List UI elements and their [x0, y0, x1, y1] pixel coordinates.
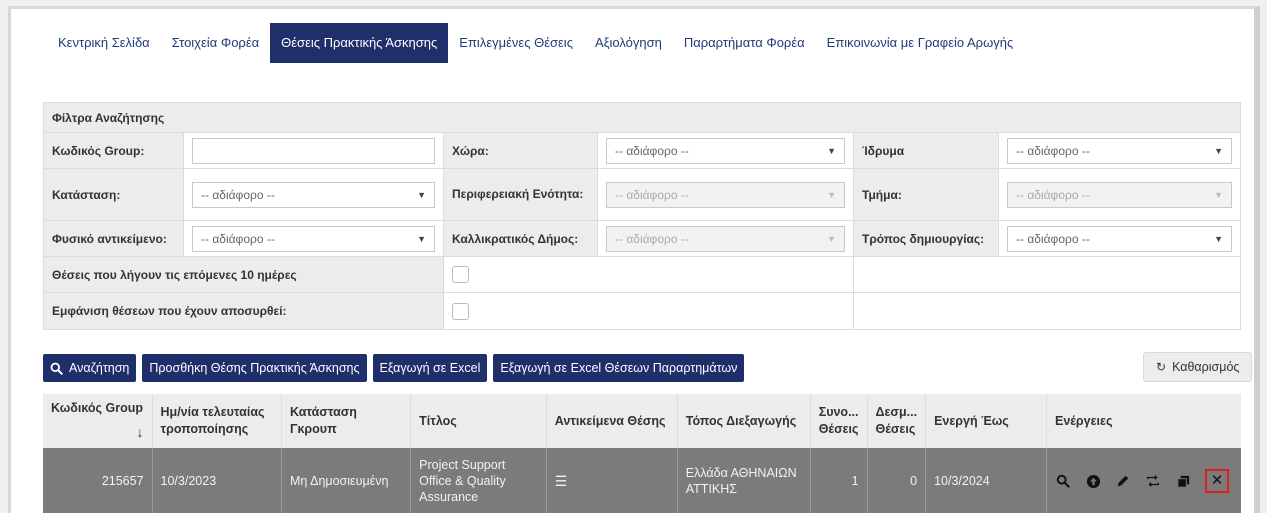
filter-row: Εμφάνιση θέσεων που έχουν αποσυρθεί: — [44, 293, 1240, 329]
main-tabs: Κεντρική Σελίδα Στοιχεία Φορέα Θέσεις Πρ… — [11, 23, 1024, 63]
physical-object-select[interactable]: -- αδιάφορο -- ▼ — [192, 225, 435, 252]
tab-home[interactable]: Κεντρική Σελίδα — [47, 23, 161, 63]
cell-last-modified: 10/3/2023 — [152, 448, 282, 513]
department-label: Τμήμα: — [854, 169, 999, 220]
row-actions: ✕ — [1055, 469, 1233, 493]
tab-organization-details[interactable]: Στοιχεία Φορέα — [161, 23, 270, 63]
toolbar: Αναζήτηση Προσθήκη Θέσης Πρακτικής Άσκησ… — [43, 354, 745, 382]
sort-down-icon[interactable]: ↓ — [137, 423, 144, 442]
search-icon — [50, 362, 63, 375]
app-frame: Κεντρική Σελίδα Στοιχεία Φορέα Θέσεις Πρ… — [8, 6, 1260, 513]
status-label: Κατάσταση: — [44, 169, 184, 220]
chevron-down-icon: ▼ — [1214, 145, 1223, 156]
filter-row: Κωδικός Group: Χώρα: -- αδιάφορο -- ▼ Ίδρ… — [44, 133, 1240, 169]
export-excel-branches-button[interactable]: Εξαγωγή σε Excel Θέσεων Παραρτημάτων — [493, 354, 745, 382]
country-select[interactable]: -- αδιάφορο -- ▼ — [606, 137, 845, 164]
tab-organization-branches[interactable]: Παραρτήματα Φορέα — [673, 23, 816, 63]
withdrawn-positions-label: Εμφάνιση θέσεων που έχουν αποσυρθεί: — [44, 293, 444, 329]
filter-row: Φυσικό αντικείμενο: -- αδιάφορο -- ▼ Καλλ… — [44, 221, 1240, 257]
edit-icon[interactable] — [1115, 473, 1131, 489]
filter-row: Κατάσταση: -- αδιάφορο -- ▼ Περιφερειακή … — [44, 169, 1240, 221]
chevron-down-icon: ▼ — [827, 145, 836, 156]
creation-mode-select[interactable]: -- αδιάφορο -- ▼ — [1007, 225, 1232, 252]
col-title[interactable]: Τίτλος — [410, 394, 547, 448]
expiring-positions-label: Θέσεις που λήγουν τις επόμενες 10 ημέρες — [44, 257, 444, 292]
institution-label: Ίδρυμα — [854, 133, 999, 168]
withdrawn-positions-checkbox[interactable] — [452, 302, 469, 320]
view-icon[interactable] — [1055, 473, 1071, 489]
table-header-row: Κωδικός Group ↓ Ημ/νία τελευταίας τροποπο… — [43, 394, 1241, 448]
cell-objects: ☰ — [546, 448, 678, 513]
regional-unit-label: Περιφερειακή Ενότητα: — [444, 169, 598, 220]
col-group-status[interactable]: Κατάσταση Γκρουπ — [281, 394, 412, 448]
cell-total-positions: 1 — [810, 448, 868, 513]
col-total-positions[interactable]: Συνο... Θέσεις — [810, 394, 868, 448]
chevron-down-icon: ▼ — [1214, 189, 1223, 200]
delete-icon[interactable]: ✕ — [1205, 469, 1229, 493]
cell-group-status: Μη Δημοσιευμένη — [281, 448, 412, 513]
add-position-button[interactable]: Προσθήκη Θέσης Πρακτικής Άσκησης — [142, 354, 367, 382]
regional-unit-select[interactable]: -- αδιάφορο -- ▼ — [606, 181, 845, 208]
institution-select[interactable]: -- αδιάφορο -- ▼ — [1007, 137, 1232, 164]
status-select[interactable]: -- αδιάφορο -- ▼ — [192, 181, 435, 208]
kallikratis-municipality-select[interactable]: -- αδιάφορο -- ▼ — [606, 225, 845, 252]
filter-row: Θέσεις που λήγουν τις επόμενες 10 ημέρες — [44, 257, 1240, 293]
col-active-until[interactable]: Ενεργή Έως — [925, 394, 1047, 448]
transfer-icon[interactable] — [1145, 473, 1161, 489]
clear-button[interactable]: ↻ Καθαρισμός — [1143, 352, 1253, 382]
chevron-down-icon: ▼ — [417, 189, 426, 200]
chevron-down-icon: ▼ — [1214, 233, 1223, 244]
col-group-code[interactable]: Κωδικός Group ↓ — [43, 394, 153, 448]
refresh-icon: ↻ — [1156, 360, 1167, 374]
chevron-down-icon: ▼ — [827, 233, 836, 244]
search-filters-panel: Φίλτρα Αναζήτησης Κωδικός Group: Χώρα: -… — [43, 102, 1241, 330]
expiring-positions-checkbox[interactable] — [452, 266, 469, 283]
search-button[interactable]: Αναζήτηση — [43, 354, 137, 382]
cell-active-until: 10/3/2024 — [925, 448, 1047, 513]
chevron-down-icon: ▼ — [827, 189, 836, 200]
list-icon[interactable]: ☰ — [555, 473, 568, 489]
export-excel-button[interactable]: Εξαγωγή σε Excel — [372, 354, 488, 382]
tab-helpdesk-contact[interactable]: Επικοινωνία με Γραφείο Αρωγής — [816, 23, 1025, 63]
col-last-modified[interactable]: Ημ/νία τελευταίας τροποποίησης — [152, 394, 282, 448]
cell-group-code: 215657 — [43, 448, 153, 513]
col-actions: Ενέργειες — [1046, 394, 1241, 448]
group-code-input[interactable] — [192, 137, 435, 164]
cell-committed-positions: 0 — [867, 448, 927, 513]
results-table: Κωδικός Group ↓ Ημ/νία τελευταίας τροποπο… — [43, 394, 1241, 513]
cell-actions: ✕ — [1046, 448, 1241, 513]
kallikratis-municipality-label: Καλλικρατικός Δήμος: — [444, 221, 598, 256]
creation-mode-label: Τρόπος δημιουργίας: — [854, 221, 999, 256]
col-committed-positions[interactable]: Δεσμ... Θέσεις — [867, 394, 927, 448]
cell-title: Project Support Office & Quality Assuran… — [410, 448, 547, 513]
tab-internship-positions[interactable]: Θέσεις Πρακτικής Άσκησης — [270, 23, 449, 63]
department-select[interactable]: -- αδιάφορο -- ▼ — [1007, 181, 1232, 208]
physical-object-label: Φυσικό αντικείμενο: — [44, 221, 184, 256]
chevron-down-icon: ▼ — [417, 233, 426, 244]
country-label: Χώρα: — [444, 133, 598, 168]
filters-title: Φίλτρα Αναζήτησης — [44, 103, 1240, 133]
col-objects[interactable]: Αντικείμενα Θέσης — [546, 394, 678, 448]
col-location[interactable]: Τόπος Διεξαγωγής — [677, 394, 811, 448]
publish-icon[interactable] — [1085, 473, 1101, 489]
table-row[interactable]: 215657 10/3/2023 Μη Δημοσιευμένη Project… — [43, 448, 1241, 513]
group-code-label: Κωδικός Group: — [44, 133, 184, 168]
copy-icon[interactable] — [1175, 473, 1191, 489]
tab-selected-positions[interactable]: Επιλεγμένες Θέσεις — [448, 23, 584, 63]
tab-evaluation[interactable]: Αξιολόγηση — [584, 23, 673, 63]
cell-location: Ελλάδα ΑΘΗΝΑΙΩΝ ΑΤΤΙΚΗΣ — [677, 448, 811, 513]
